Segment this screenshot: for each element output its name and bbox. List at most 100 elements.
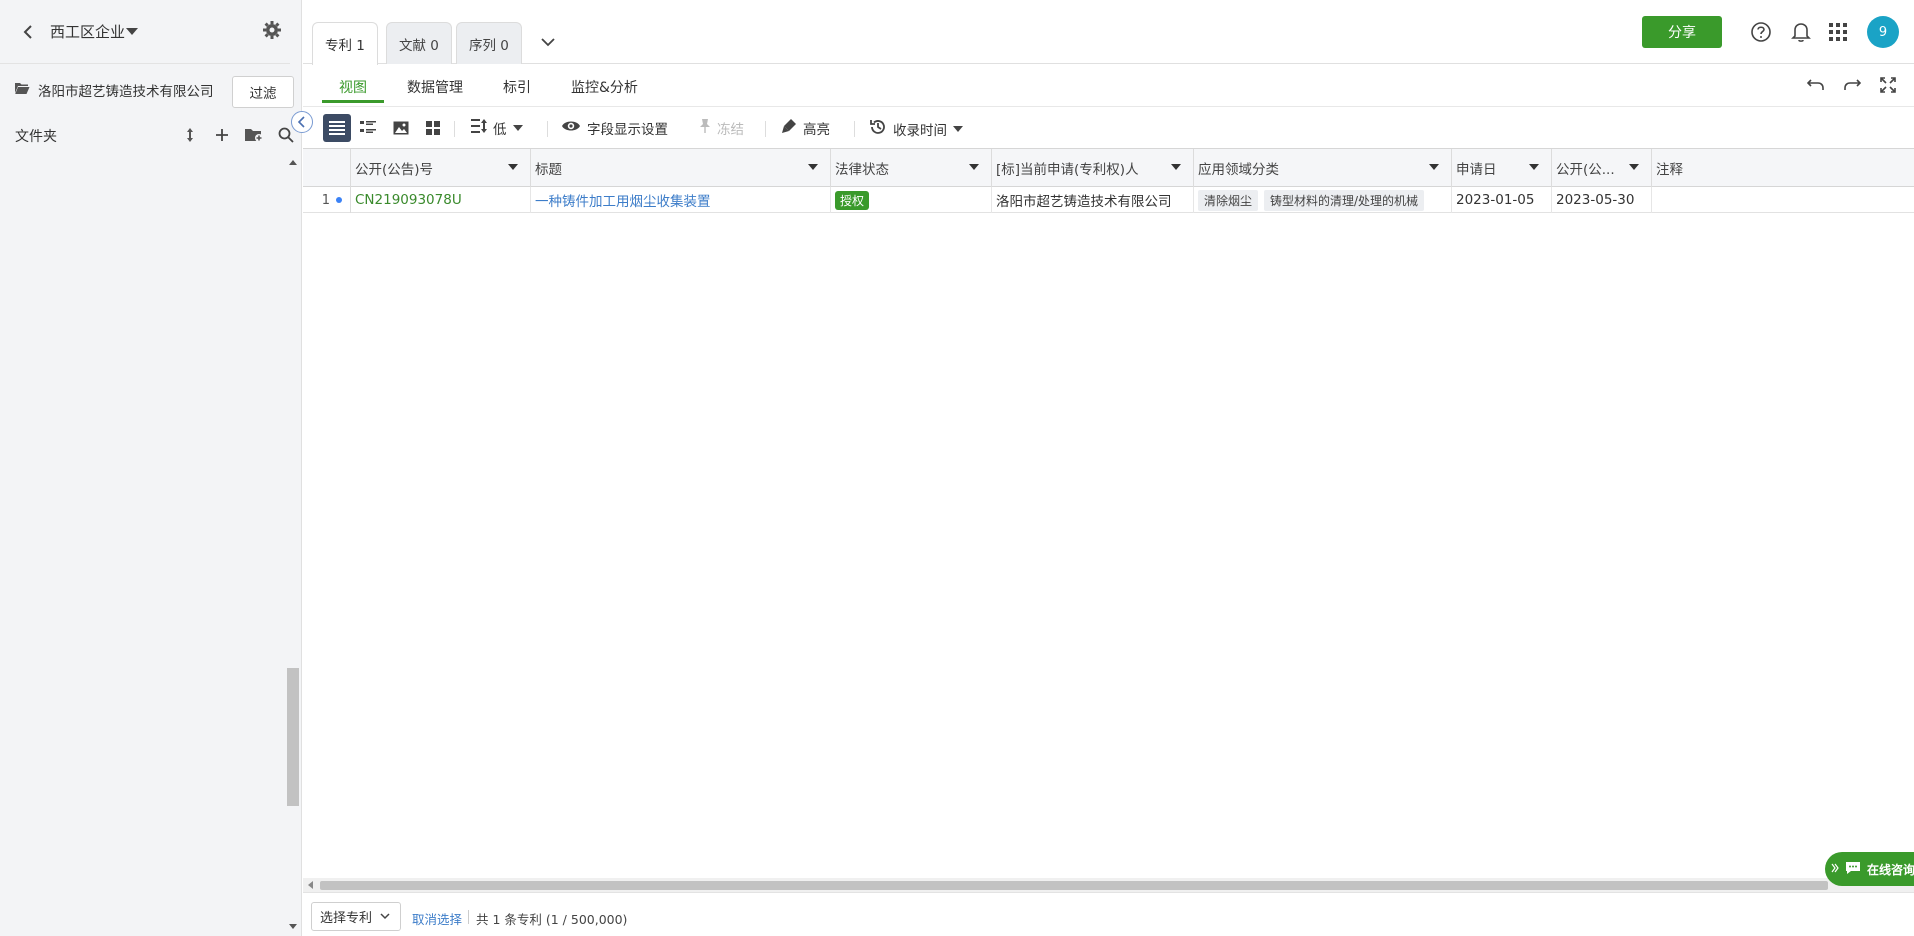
column-header[interactable]: 法律状态 <box>831 149 992 187</box>
freeze-button[interactable]: 冻结 <box>699 118 744 138</box>
select-patent-label: 选择专利 <box>320 911 373 926</box>
sidebar-scrollbar[interactable] <box>287 156 299 936</box>
subnav-data-management[interactable]: 数据管理 <box>407 77 463 97</box>
bell-icon[interactable] <box>1790 21 1812 43</box>
table-row[interactable]: 1 CN219093078U 一种铸件加工用烟尘收集装置 授权 洛阳市超艺铸造技… <box>303 187 1914 213</box>
tab-literature[interactable]: 文献 0 <box>386 22 452 64</box>
chevron-down-icon[interactable] <box>540 36 558 50</box>
column-header[interactable]: 应用领域分类 <box>1194 149 1452 187</box>
column-label: 标题 <box>535 162 562 178</box>
folder-tools <box>180 125 296 145</box>
field-tag: 铸型材料的清理/处理的机械 <box>1264 189 1425 211</box>
column-header[interactable]: 公开(公... <box>1552 149 1652 187</box>
folder-open-icon <box>14 81 30 99</box>
collect-time-dropdown[interactable]: 收录时间 <box>869 118 963 140</box>
filter-button[interactable]: 过滤 <box>232 76 294 108</box>
cancel-selection-link[interactable]: 取消选择 <box>412 909 462 928</box>
patent-title-link[interactable]: 一种铸件加工用烟尘收集装置 <box>531 187 831 213</box>
caret-down-icon[interactable] <box>1171 164 1181 170</box>
history-icon <box>869 118 887 140</box>
column-header[interactable]: 公开(公告)号 <box>351 149 531 187</box>
field-settings-label: 字段显示设置 <box>587 122 668 138</box>
column-label: 公开(公... <box>1556 162 1615 178</box>
caret-down-icon[interactable] <box>1429 164 1439 170</box>
column-header[interactable]: 标题 <box>531 149 831 187</box>
pin-icon <box>699 118 711 138</box>
sidebar-header: 西工区企业 <box>0 0 290 64</box>
apply-date-cell: 2023-01-05 <box>1452 187 1552 213</box>
subnav-indexing[interactable]: 标引 <box>503 77 531 97</box>
horizontal-scroll-thumb[interactable] <box>320 881 1828 890</box>
folder-section-label: 文件夹 <box>15 129 57 145</box>
caret-down-icon <box>953 126 963 132</box>
density-label: 低 <box>493 122 507 138</box>
toolbar-divider <box>454 121 455 137</box>
row-height-icon <box>471 119 487 137</box>
result-count: 共 1 条专利 (1 / 500,000) <box>476 912 628 927</box>
caret-down-icon[interactable] <box>126 28 138 35</box>
chevron-down-icon <box>380 909 390 924</box>
column-label: 注释 <box>1656 162 1683 178</box>
scroll-up-icon[interactable] <box>289 160 297 165</box>
caret-down-icon[interactable] <box>808 164 818 170</box>
image-view-icon[interactable] <box>387 114 415 142</box>
scroll-left-icon[interactable] <box>308 881 313 889</box>
avatar[interactable]: 9 <box>1867 16 1899 48</box>
card-view-icon[interactable] <box>419 114 447 142</box>
back-icon[interactable] <box>18 20 38 44</box>
column-header[interactable]: [标]当前申请(专利权)人 <box>992 149 1194 187</box>
gear-icon[interactable] <box>262 20 284 42</box>
list-view-icon[interactable] <box>323 114 351 142</box>
top-bar: 专利 1 文献 0 序列 0 分享 9 <box>303 0 1914 65</box>
caret-down-icon[interactable] <box>1629 164 1639 170</box>
field-settings-button[interactable]: 字段显示设置 <box>561 118 668 138</box>
caret-down-icon[interactable] <box>1529 164 1539 170</box>
caret-down-icon[interactable] <box>969 164 979 170</box>
column-header[interactable]: 注释 <box>1652 149 1914 187</box>
fullscreen-icon[interactable] <box>1877 74 1899 96</box>
column-label: 公开(公告)号 <box>355 162 434 178</box>
company-item[interactable]: 洛阳市超艺铸造技术有限公司 <box>14 80 214 100</box>
subnav-monitor-analysis[interactable]: 监控&分析 <box>571 77 638 97</box>
sort-icon[interactable] <box>180 125 200 145</box>
tab-sequence[interactable]: 序列 0 <box>456 22 522 64</box>
workspace-title[interactable]: 西工区企业 <box>50 21 125 42</box>
select-patent-dropdown[interactable]: 选择专利 <box>311 902 401 931</box>
freeze-label: 冻结 <box>717 122 744 138</box>
column-label: 法律状态 <box>835 162 889 178</box>
scroll-down-icon[interactable] <box>289 924 297 929</box>
highlighter-icon <box>781 118 797 138</box>
undo-icon[interactable] <box>1805 74 1827 96</box>
online-consult-button[interactable]: 在线咨询 <box>1825 852 1914 886</box>
tab-patent[interactable]: 专利 1 <box>312 22 378 65</box>
detail-view-icon[interactable] <box>354 114 382 142</box>
footer-bar: 选择专利 取消选择 共 1 条专利 (1 / 500,000) <box>303 892 1914 936</box>
row-index[interactable]: 1 <box>303 187 351 213</box>
column-label: [标]当前申请(专利权)人 <box>996 162 1139 178</box>
patent-table: 公开(公告)号 标题 法律状态 [标]当前申请(专利权)人 应用领域分类 申请日… <box>303 148 1914 878</box>
column-label: 申请日 <box>1456 162 1497 178</box>
density-dropdown[interactable]: 低 <box>471 118 523 138</box>
folder-add-icon[interactable] <box>244 125 264 145</box>
subnav-view[interactable]: 视图 <box>339 77 367 97</box>
redo-icon[interactable] <box>1841 74 1863 96</box>
pub-date-cell: 2023-05-30 <box>1552 187 1652 213</box>
applicant-cell: 洛阳市超艺铸造技术有限公司 <box>992 187 1194 213</box>
horizontal-scrollbar[interactable] <box>303 878 1914 892</box>
apps-grid-icon[interactable] <box>1827 21 1849 43</box>
share-button[interactable]: 分享 <box>1642 16 1722 48</box>
caret-down-icon[interactable] <box>508 164 518 170</box>
column-header[interactable]: 申请日 <box>1452 149 1552 187</box>
company-name: 洛阳市超艺铸造技术有限公司 <box>38 84 214 100</box>
help-icon[interactable] <box>1750 21 1772 43</box>
note-cell[interactable] <box>1652 187 1914 213</box>
collapse-sidebar-icon[interactable] <box>291 111 313 133</box>
sidebar-scroll-thumb[interactable] <box>287 668 299 806</box>
add-icon[interactable] <box>212 125 232 145</box>
active-tab-indicator <box>322 100 384 103</box>
publication-number-link[interactable]: CN219093078U <box>351 187 531 213</box>
table-header: 公开(公告)号 标题 法律状态 [标]当前申请(专利权)人 应用领域分类 申请日… <box>303 149 1914 187</box>
highlight-button[interactable]: 高亮 <box>781 118 830 138</box>
row-number: 1 <box>321 192 330 208</box>
online-consult-label: 在线咨询 <box>1867 862 1914 877</box>
